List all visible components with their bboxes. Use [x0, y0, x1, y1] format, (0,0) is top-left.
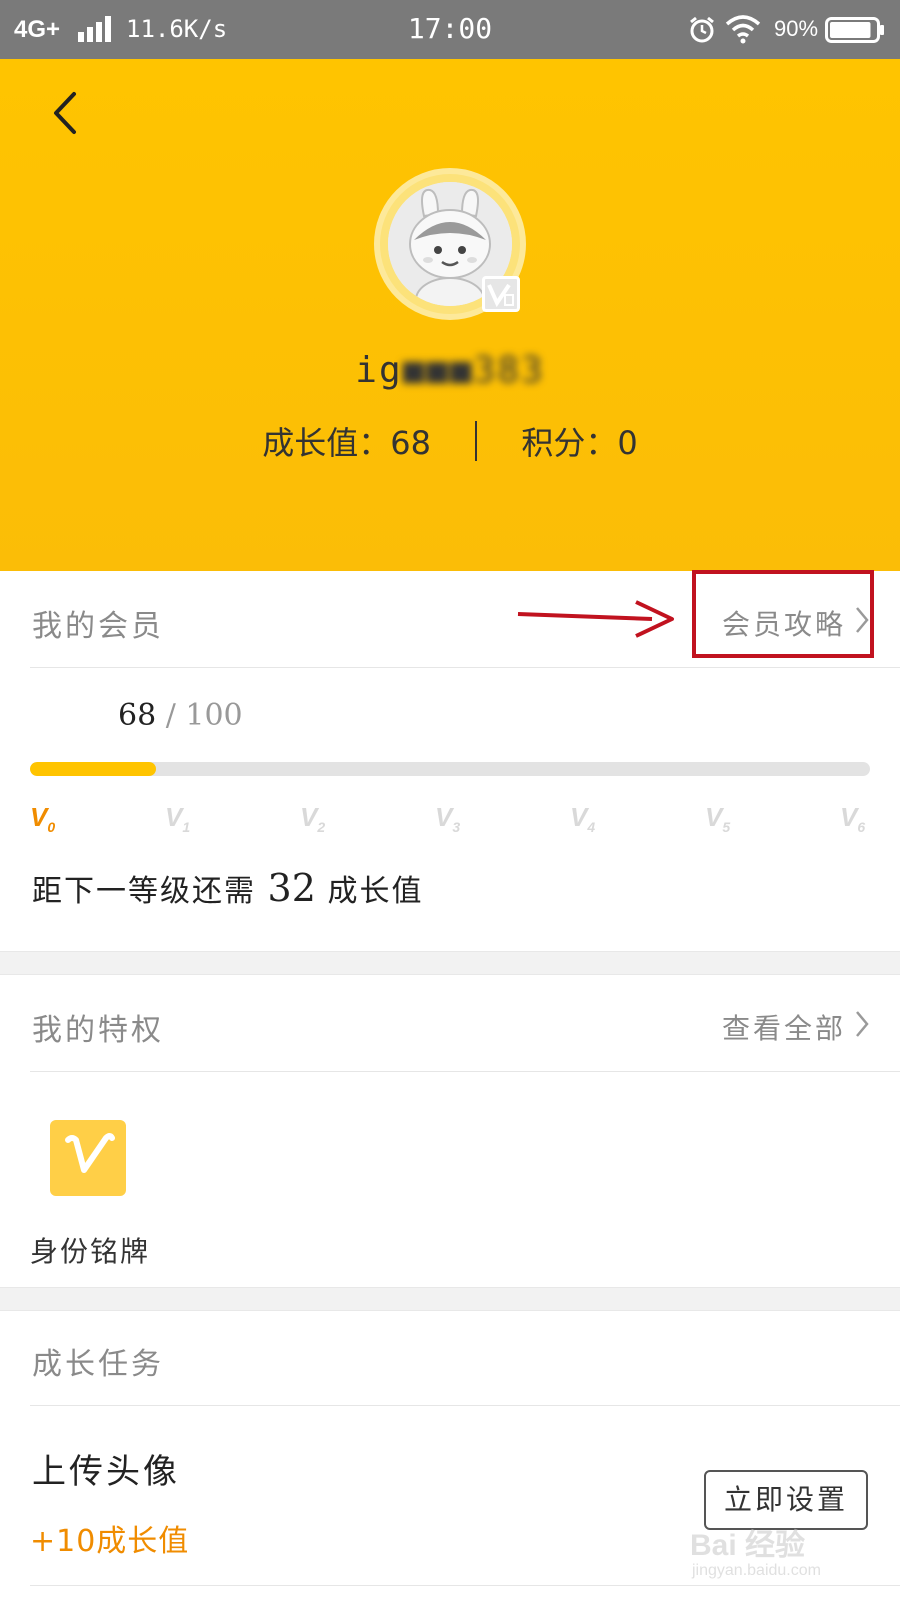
user-stats: 成长值：68 积分：0	[0, 418, 900, 462]
section-gap	[0, 1287, 900, 1311]
annotation-arrow-icon	[517, 600, 674, 638]
divider	[30, 667, 900, 668]
task-title: 上传头像	[32, 1452, 180, 1492]
level-marker-v6: V6	[840, 802, 866, 836]
next-level-suffix: 成长值	[327, 874, 424, 909]
v-badge-icon[interactable]	[50, 1120, 126, 1196]
divider	[30, 1071, 900, 1072]
battery-percent: 90%	[774, 16, 819, 41]
growth-progress-fill	[30, 762, 156, 776]
points-number: 0	[617, 424, 638, 462]
level-marker-v2: V2	[300, 802, 326, 836]
back-icon[interactable]	[48, 90, 82, 136]
chevron-right-icon	[856, 1011, 869, 1037]
section-gap	[0, 951, 900, 975]
progress-separator: /	[156, 698, 186, 733]
progress-total: 100	[185, 698, 243, 733]
level-badge-icon	[482, 276, 520, 312]
level-marker-v0: V0	[30, 802, 56, 836]
points-label: 积分：	[521, 424, 618, 462]
clock: 17:00	[407, 12, 493, 45]
next-level-prefix: 距下一等级还需	[32, 874, 256, 909]
growth-number: 68	[390, 424, 431, 462]
next-level-value: 32	[267, 866, 316, 910]
tasks-title: 成长任务	[32, 1347, 164, 1382]
level-marker-v5: V5	[705, 802, 731, 836]
annotation-highlight-box	[692, 570, 874, 658]
status-bar: 4G+ 11.6K/s 17:00 90%	[0, 0, 900, 59]
battery-icon	[825, 17, 884, 43]
privilege-label: 身份铭牌	[30, 1235, 151, 1268]
watermark-sub: jingyan.baidu.com	[692, 1562, 821, 1579]
level-markers: V0 V1 V2 V3 V4 V5 V6	[30, 802, 870, 836]
growth-progress-bar	[30, 762, 870, 776]
username: ig■■■383	[0, 350, 900, 391]
points-value[interactable]: 积分：0	[521, 418, 637, 464]
watermark-main: Bai 经验	[690, 1529, 806, 1562]
growth-value[interactable]: 成长值：68	[262, 418, 431, 464]
level-marker-v4: V4	[570, 802, 596, 836]
privileges-title: 我的特权	[32, 1013, 164, 1048]
progress-readout: 68 / 100	[118, 698, 243, 733]
wifi-icon	[725, 15, 761, 44]
task-reward: +10成长值	[30, 1524, 190, 1559]
view-all-link[interactable]: 查看全部	[722, 1007, 846, 1047]
progress-current: 68	[118, 698, 157, 733]
username-visible: ig	[355, 350, 403, 391]
divider	[30, 1405, 900, 1406]
stats-divider	[475, 421, 478, 461]
next-level-hint: 距下一等级还需 32 成长值	[32, 866, 423, 910]
alarm-icon	[690, 16, 714, 43]
baidu-watermark: Bai 经验 jingyan.baidu.com	[690, 1520, 870, 1590]
membership-title: 我的会员	[32, 609, 164, 644]
level-marker-v1: V1	[165, 802, 191, 836]
level-marker-v3: V3	[435, 802, 461, 836]
growth-label: 成长值：	[262, 424, 391, 462]
username-blurred: ■■■383	[402, 350, 545, 391]
